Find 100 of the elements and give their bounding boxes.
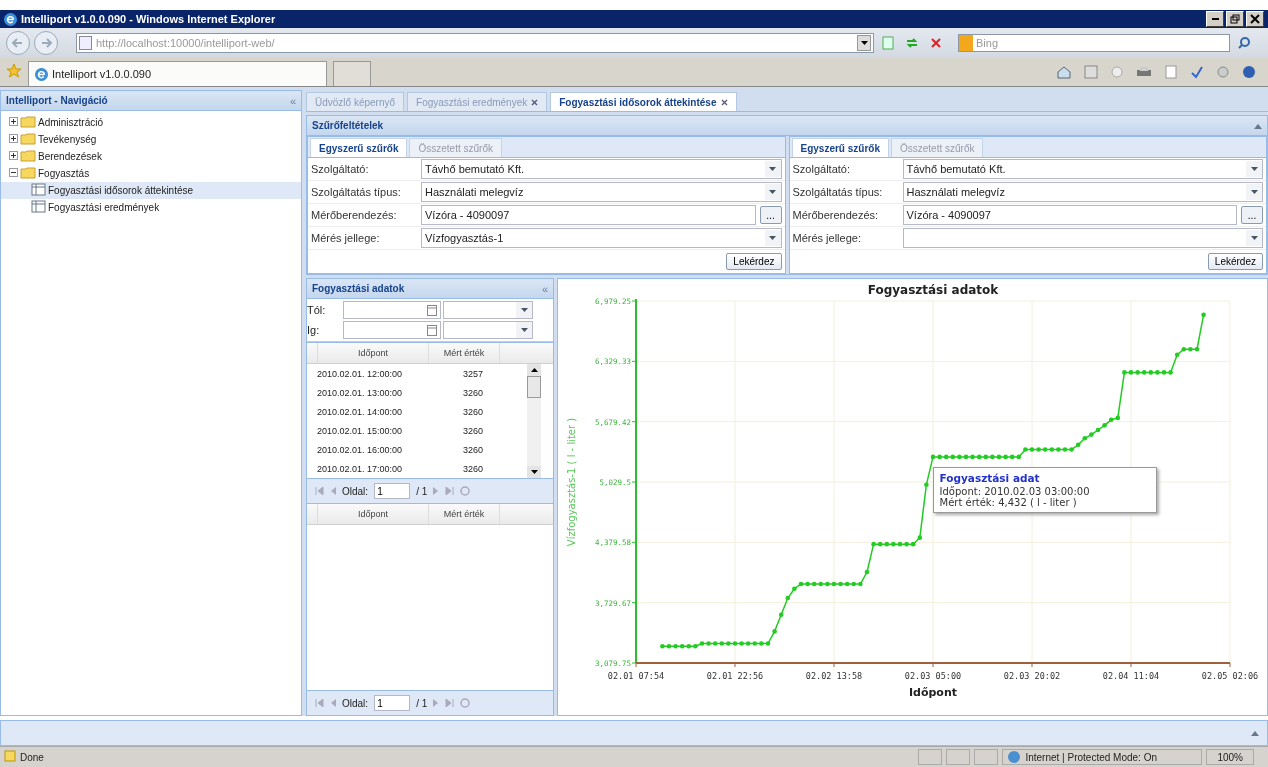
data-point[interactable] xyxy=(877,541,882,547)
back-button[interactable] xyxy=(6,31,30,55)
page-icon[interactable] xyxy=(1164,65,1178,79)
data-point[interactable] xyxy=(1009,454,1014,460)
data-point[interactable] xyxy=(811,581,816,587)
time-field[interactable] xyxy=(443,321,533,339)
dropdown-field[interactable] xyxy=(902,228,1263,248)
zoom-button[interactable]: 100% xyxy=(1206,749,1254,765)
data-point[interactable] xyxy=(1022,447,1028,452)
minimize-button[interactable] xyxy=(1206,11,1224,27)
filter-tab[interactable]: Egyszerű szűrők xyxy=(791,138,889,157)
scroll-up-button[interactable] xyxy=(527,364,541,376)
data-point[interactable] xyxy=(1115,415,1120,421)
data-point[interactable] xyxy=(1187,346,1193,352)
tree-item[interactable]: Berendezések xyxy=(1,148,301,165)
data-point[interactable] xyxy=(910,541,915,547)
feed-icon[interactable] xyxy=(1084,65,1098,79)
data-point[interactable] xyxy=(996,454,1001,460)
data-point[interactable] xyxy=(1154,370,1160,375)
dropdown-icon[interactable] xyxy=(764,230,781,246)
dropdown-icon[interactable] xyxy=(516,302,532,318)
data-point[interactable] xyxy=(1055,447,1061,452)
data-point[interactable] xyxy=(1174,352,1179,358)
data-point[interactable] xyxy=(745,641,750,646)
time-field[interactable] xyxy=(443,301,533,319)
data-point[interactable] xyxy=(1088,432,1094,437)
close-icon[interactable] xyxy=(720,98,728,106)
dropdown-icon[interactable] xyxy=(516,322,532,338)
data-point[interactable] xyxy=(890,541,896,547)
refresh-icon[interactable] xyxy=(460,698,471,708)
data-point[interactable] xyxy=(989,454,995,460)
data-point[interactable] xyxy=(969,454,975,460)
dropdown-field[interactable]: Távhő bemutató Kft. xyxy=(902,159,1263,179)
browser-tab[interactable] xyxy=(333,61,371,86)
printer-icon[interactable] xyxy=(1136,65,1152,79)
dropdown-icon[interactable] xyxy=(764,161,781,177)
collapse-icon[interactable] xyxy=(1254,122,1262,129)
tree-item[interactable]: Tevékenység xyxy=(1,131,301,148)
data-point[interactable] xyxy=(1062,447,1067,452)
date-field[interactable] xyxy=(343,301,441,319)
data-point[interactable] xyxy=(936,454,942,460)
data-point[interactable] xyxy=(1108,417,1113,423)
dropdown-icon[interactable] xyxy=(1246,230,1262,246)
data-point[interactable] xyxy=(1049,447,1054,452)
tree-item[interactable]: Fogyasztási idősorok áttekintése xyxy=(1,182,301,199)
browse-button[interactable]: ... xyxy=(759,206,782,224)
data-point[interactable] xyxy=(791,586,797,591)
page-input[interactable]: 1 xyxy=(374,483,411,499)
filter-tab[interactable]: Egyszerű szűrők xyxy=(310,138,408,157)
expand-icon[interactable] xyxy=(1251,730,1259,736)
data-point[interactable] xyxy=(976,454,981,460)
column-header[interactable]: Mért érték xyxy=(429,504,500,524)
data-point[interactable] xyxy=(930,454,935,460)
expander-icon[interactable] xyxy=(9,117,18,128)
dropdown-icon[interactable] xyxy=(1246,184,1262,200)
content-tab[interactable]: Fogyasztási idősorok áttekintése xyxy=(550,92,737,111)
data-point[interactable] xyxy=(923,482,929,488)
data-point[interactable] xyxy=(699,641,704,646)
data-point[interactable] xyxy=(943,454,948,460)
expander-icon[interactable] xyxy=(9,151,18,162)
tree-item[interactable]: Adminisztráció xyxy=(1,114,301,131)
data-point[interactable] xyxy=(659,643,665,649)
data-point[interactable] xyxy=(1181,346,1186,352)
data-point[interactable] xyxy=(1161,370,1166,375)
previous-page-icon[interactable] xyxy=(330,699,336,707)
expander-icon[interactable] xyxy=(9,134,18,145)
last-page-icon[interactable] xyxy=(445,699,455,707)
data-point[interactable] xyxy=(956,454,962,460)
dropdown-field[interactable]: Távhő bemutató Kft. xyxy=(421,159,782,179)
restore-button[interactable] xyxy=(1226,11,1244,27)
data-point[interactable] xyxy=(950,454,955,460)
data-point[interactable] xyxy=(785,595,790,601)
data-point[interactable] xyxy=(917,535,922,540)
column-header[interactable]: Időpont xyxy=(318,343,429,363)
data-point[interactable] xyxy=(1082,436,1087,441)
data-point[interactable] xyxy=(778,612,783,617)
data-point[interactable] xyxy=(686,643,691,649)
data-point[interactable] xyxy=(1167,370,1173,375)
data-point[interactable] xyxy=(771,629,777,634)
calendar-icon[interactable] xyxy=(424,324,440,336)
text-field[interactable]: Vízóra - 4090097 xyxy=(902,205,1237,225)
browser-tab[interactable]: Intelliport v1.0.0.090 xyxy=(28,61,327,86)
data-point[interactable] xyxy=(1095,427,1100,433)
data-point[interactable] xyxy=(738,641,744,646)
data-point[interactable] xyxy=(1148,370,1153,375)
dropdown-icon[interactable] xyxy=(764,184,781,200)
query-button[interactable]: Lekérdez xyxy=(726,253,782,270)
data-point[interactable] xyxy=(752,641,757,646)
data-point[interactable] xyxy=(857,581,863,587)
data-point[interactable] xyxy=(963,454,968,460)
query-button[interactable]: Lekérdez xyxy=(1207,253,1263,270)
page-input[interactable]: 1 xyxy=(374,695,411,711)
data-point[interactable] xyxy=(884,541,889,547)
data-point[interactable] xyxy=(864,569,869,575)
data-point[interactable] xyxy=(666,643,671,649)
mail-icon[interactable] xyxy=(1110,65,1124,79)
data-point[interactable] xyxy=(818,581,823,587)
data-point[interactable] xyxy=(1194,346,1199,352)
next-page-icon[interactable] xyxy=(433,699,440,707)
data-point[interactable] xyxy=(798,581,803,587)
